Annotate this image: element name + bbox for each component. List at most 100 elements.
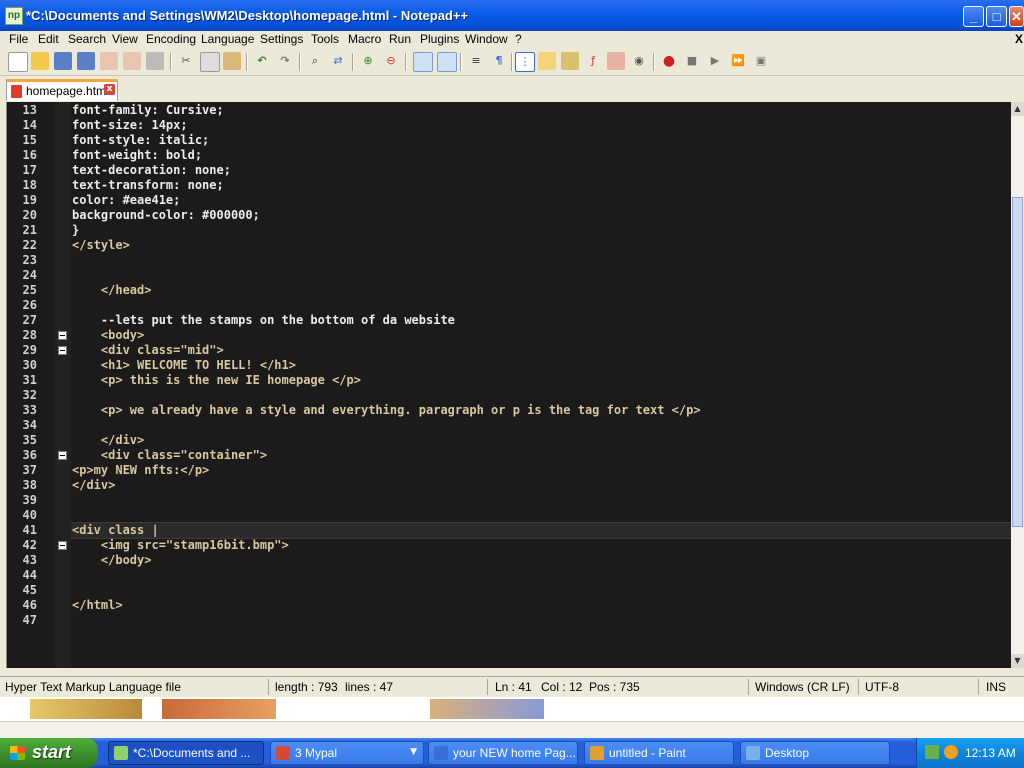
code-line[interactable]: } [72, 223, 79, 237]
code-line[interactable]: </head> [72, 283, 152, 297]
close-button[interactable]: ✕ [1009, 6, 1024, 27]
menu-file[interactable]: File [9, 32, 28, 46]
line-number: 46 [22, 598, 37, 612]
close-file-icon[interactable] [100, 52, 118, 70]
code-line[interactable]: <h1> WELCOME TO HELL! </h1> [72, 358, 296, 372]
cut-icon[interactable]: ✂ [177, 52, 195, 70]
fold-toggle-icon[interactable] [58, 331, 67, 340]
doc-map-icon[interactable] [561, 52, 579, 70]
code-editor[interactable]: 13 font-family: Cursive; 14 font-size: 14px… [6, 102, 1012, 668]
search-tray-icon[interactable] [944, 745, 958, 759]
code-line[interactable]: </html> [72, 598, 123, 612]
code-line[interactable]: <div class="container"> [72, 448, 267, 462]
code-line[interactable]: background-color: #000000; [72, 208, 260, 222]
code-line[interactable]: <body> [72, 328, 144, 342]
fold-toggle-icon[interactable] [58, 451, 67, 460]
vertical-scrollbar[interactable]: ▲ ▼ [1011, 102, 1024, 668]
menu-encoding[interactable]: Encoding [146, 32, 196, 46]
user-language-icon[interactable] [538, 52, 556, 70]
code-line[interactable]: <p>my NEW nfts:</p> [72, 463, 209, 477]
monitor-icon[interactable]: ◉ [630, 52, 648, 70]
menu-plugins[interactable]: Plugins [420, 32, 459, 46]
code-line[interactable]: <img src="stamp16bit.bmp"> [72, 538, 289, 552]
taskbar-button-notepad[interactable]: *C:\Documents and ... [108, 741, 264, 765]
zoom-in-icon[interactable]: ⊕ [359, 52, 377, 70]
scroll-thumb[interactable] [1012, 197, 1023, 527]
menu-tools[interactable]: Tools [311, 32, 339, 46]
scroll-up-arrow-icon[interactable]: ▲ [1011, 102, 1024, 116]
taskbar-button-mypal[interactable]: 3 Mypal ▼ [270, 741, 424, 765]
start-button[interactable]: start [0, 738, 98, 768]
save-macro-icon[interactable]: ▣ [752, 52, 770, 70]
maximize-button[interactable]: □ [986, 6, 1007, 27]
menu-edit[interactable]: Edit [38, 32, 59, 46]
code-line[interactable]: font-style: italic; [72, 133, 209, 147]
sync-horizontal-icon[interactable] [437, 52, 457, 72]
menu-window[interactable]: Window [465, 32, 508, 46]
code-line[interactable]: <p> we already have a style and everythi… [72, 403, 701, 417]
fold-toggle-icon[interactable] [58, 346, 67, 355]
menu-view[interactable]: View [112, 32, 138, 46]
code-line[interactable]: <div class="mid"> [72, 343, 224, 357]
save-icon[interactable] [54, 52, 72, 70]
run-macro-multiple-icon[interactable]: ⏩ [729, 52, 747, 70]
code-line[interactable]: <p> this is the new IE homepage </p> [72, 373, 361, 387]
close-document-icon[interactable]: X [1015, 32, 1023, 46]
record-macro-icon[interactable]: ● [660, 52, 678, 70]
tab-homepage-html[interactable]: homepage.html x [6, 79, 118, 101]
code-line[interactable]: color: #eae41e; [72, 193, 180, 207]
menu-help[interactable]: ? [515, 32, 522, 46]
fold-toggle-icon[interactable] [58, 541, 67, 550]
code-line[interactable]: <div class | [72, 523, 159, 537]
code-line[interactable]: </style> [72, 238, 130, 252]
taskbar-button-homepage[interactable]: your NEW home Pag... [428, 741, 578, 765]
menu-settings[interactable]: Settings [260, 32, 303, 46]
menu-macro[interactable]: Macro [348, 32, 381, 46]
stop-macro-icon[interactable]: ■ [683, 52, 701, 70]
background-horizontal-scrollbar[interactable] [0, 721, 1024, 739]
folder-workspace-icon[interactable] [607, 52, 625, 70]
minimize-button[interactable]: _ [963, 6, 984, 27]
indent-guide-icon[interactable]: ⋮ [515, 52, 535, 72]
new-file-icon[interactable] [8, 52, 28, 72]
menu-search[interactable]: Search [68, 32, 106, 46]
sync-vertical-icon[interactable] [413, 52, 433, 72]
scroll-down-arrow-icon[interactable]: ▼ [1011, 654, 1024, 668]
zoom-out-icon[interactable]: ⊖ [382, 52, 400, 70]
code-line[interactable]: </div> [72, 478, 115, 492]
play-macro-icon[interactable]: ▶ [706, 52, 724, 70]
function-list-icon[interactable]: ƒ [584, 52, 602, 70]
network-icon[interactable] [925, 745, 939, 759]
code-line[interactable]: font-size: 14px; [72, 118, 188, 132]
clock[interactable]: 12:13 AM [965, 746, 1016, 760]
toolbar: ✂ ↶ ↷ ⌕ ⇄ ⊕ ⊖ ≡ ¶ ⋮ ƒ ◉ ● ■ ▶ ⏩ ▣ [0, 49, 1024, 76]
replace-icon[interactable]: ⇄ [329, 52, 347, 70]
code-line[interactable]: font-family: Cursive; [72, 103, 224, 117]
code-line[interactable]: </body> [72, 553, 152, 567]
status-lines: lines : 47 [345, 680, 394, 694]
redo-icon[interactable]: ↷ [276, 52, 294, 70]
word-wrap-icon[interactable]: ≡ [467, 52, 485, 70]
code-line[interactable]: text-transform: none; [72, 178, 224, 192]
line-number: 24 [22, 268, 37, 282]
code-line[interactable]: </div> [72, 433, 144, 447]
undo-icon[interactable]: ↶ [253, 52, 271, 70]
code-line[interactable]: --lets put the stamps on the bottom of d… [72, 313, 455, 327]
paste-icon[interactable] [223, 52, 241, 70]
open-file-icon[interactable] [31, 52, 49, 70]
find-icon[interactable]: ⌕ [306, 52, 324, 70]
taskbar-button-desktop[interactable]: Desktop [740, 741, 890, 765]
code-line[interactable]: text-decoration: none; [72, 163, 231, 177]
menu-language[interactable]: Language [201, 32, 254, 46]
save-all-icon[interactable] [77, 52, 95, 70]
close-all-icon[interactable] [123, 52, 141, 70]
taskbar-button-paint[interactable]: untitled - Paint [584, 741, 734, 765]
copy-icon[interactable] [200, 52, 220, 72]
code-line[interactable]: font-weight: bold; [72, 148, 202, 162]
print-icon[interactable] [146, 52, 164, 70]
tab-close-icon[interactable]: x [104, 84, 115, 95]
fold-margin[interactable] [55, 102, 71, 668]
title-bar[interactable]: np *C:\Documents and Settings\WM2\Deskto… [0, 0, 1024, 31]
menu-run[interactable]: Run [389, 32, 411, 46]
show-all-chars-icon[interactable]: ¶ [490, 52, 508, 70]
